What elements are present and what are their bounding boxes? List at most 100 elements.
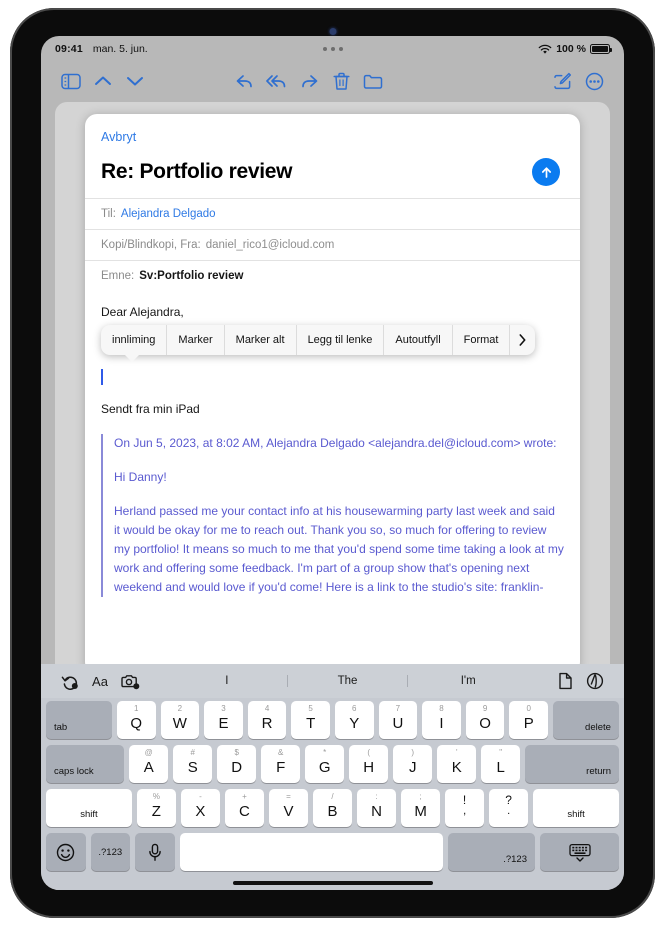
key-l[interactable]: " L [481,745,521,783]
emoji-icon[interactable] [46,833,86,871]
key-j[interactable]: ) J [393,745,433,783]
compose-icon[interactable] [546,66,578,96]
chevron-right-icon[interactable] [510,325,535,355]
reply-all-icon[interactable] [261,66,293,96]
key-m[interactable]: ; M [401,789,441,827]
front-camera-icon [329,28,336,35]
document-icon[interactable] [550,672,580,690]
key-w[interactable]: 2W [160,701,200,739]
field-to[interactable]: Til: Alejandra Delgado [85,199,580,229]
key-i-alt: 8 [439,704,444,713]
trash-icon[interactable] [325,66,357,96]
key-e[interactable]: 3E [204,701,243,739]
key-p-alt: 0 [526,704,531,713]
key-d-alt: $ [234,748,239,757]
send-button[interactable] [532,158,560,186]
key-x[interactable]: -X [180,789,220,827]
key-y[interactable]: 6Y [334,701,374,739]
menu-item-autofill[interactable]: Autoutfyll [384,325,453,355]
menu-item-paste[interactable]: innliming [101,325,168,355]
key-i[interactable]: 8I [422,701,461,739]
key-s[interactable]: # S [173,745,213,783]
key-v-label: V [283,803,294,820]
camera-icon[interactable] [115,673,145,690]
key-v[interactable]: = V [268,789,308,827]
field-cc-bcc-from[interactable]: Kopi/Blindkopi, Fra: daniel_rico1@icloud… [85,229,580,260]
key-return[interactable]: return [525,745,619,783]
sidebar-icon[interactable] [55,66,87,96]
key-z[interactable]: % Z [136,789,176,827]
undo-icon[interactable] [55,673,85,690]
key-b[interactable]: / B [312,789,353,827]
forward-icon[interactable] [293,66,325,96]
key-numbers-right[interactable]: .?123 [447,833,535,871]
key-a[interactable]: @ A [129,745,169,783]
key-exclaim-comma[interactable]: !, [445,789,485,827]
key-delete[interactable]: delete [553,701,619,739]
field-subject[interactable]: Emne: Sv:Portfolio review [85,260,580,291]
key-l-alt: " [499,748,503,757]
key-tab[interactable]: tab [46,701,112,739]
key-h[interactable]: (H [349,745,389,783]
key-shift-left[interactable]: shift [46,789,132,827]
prediction-3[interactable]: I'm [408,675,528,687]
markup-pen-icon[interactable] [580,672,610,690]
folder-icon[interactable] [357,66,389,96]
key-a-alt: @ [144,748,153,757]
message-body[interactable]: Dear Alejandra, innliming Marker Marker … [85,291,580,597]
prediction-2[interactable]: The [288,675,409,687]
field-cc-label: Kopi/Blindkopi, Fra: [101,239,201,251]
menu-item-format[interactable]: Format [453,325,511,355]
status-date: man. 5. jun. [92,43,148,55]
key-u[interactable]: 7U [378,701,418,739]
context-menu-wrapper: innliming Marker Marker alt Legg til len… [101,325,580,362]
signature-line: Sendt fra min iPad [101,402,200,416]
status-right-group: 100 % [538,43,612,55]
field-to-value: Alejandra Delgado [120,208,216,220]
more-ellipsis-icon[interactable] [578,66,610,96]
key-f[interactable]: & F [261,745,301,783]
toolbar-right-group [546,66,610,96]
chevron-down-icon[interactable] [119,66,151,96]
multitask-handle-icon[interactable] [322,47,343,51]
compose-header: Avbryt Re: Portfolio review [85,114,580,186]
key-q[interactable]: 1Q [116,701,156,739]
key-p[interactable]: 0P [509,701,549,739]
key-v-alt: = [286,792,291,801]
key-n-label: N [371,803,382,820]
dismiss-keyboard-icon[interactable] [540,833,620,871]
menu-item-add-link[interactable]: Legg til lenke [297,325,385,355]
keyboard-row-2: caps lock @ A # S $ D & F * G (H ) J ' K " L ret… [41,742,624,786]
field-to-label: Til: [101,208,116,220]
key-h-alt: ( [367,748,371,757]
key-space[interactable] [179,833,443,871]
key-n[interactable]: :N [357,789,397,827]
key-shift-right[interactable]: shift [533,789,619,827]
reply-icon[interactable] [229,66,261,96]
menu-item-select[interactable]: Marker [167,325,225,355]
format-aa-label[interactable]: Aa [85,674,115,689]
key-o[interactable]: 9O [465,701,505,739]
key-k[interactable]: ' K [437,745,477,783]
microphone-icon[interactable] [135,833,175,871]
key-x-label: X [195,803,206,820]
chevron-up-icon[interactable] [87,66,119,96]
key-c[interactable]: + C [224,789,264,827]
home-indicator[interactable] [232,881,433,885]
key-question-period[interactable]: ?. [489,789,529,827]
key-period-label: . [507,805,511,817]
key-d[interactable]: $ D [217,745,257,783]
battery-full-icon [590,44,612,54]
cancel-button[interactable]: Avbryt [101,130,136,144]
key-numbers-left[interactable]: .?123 [90,833,131,871]
status-bar: 09:41 man. 5. jun. 100 % [41,36,624,62]
key-e-alt: 3 [221,704,226,713]
menu-item-select-all[interactable]: Marker alt [225,325,297,355]
prediction-1[interactable]: I [167,675,288,687]
key-r[interactable]: 4R [247,701,287,739]
key-t[interactable]: 5T [291,701,330,739]
key-r-alt: 4 [264,704,270,713]
key-g[interactable]: * G [305,745,345,783]
key-b-label: B [327,803,338,820]
key-caps-lock[interactable]: caps lock [46,745,125,783]
